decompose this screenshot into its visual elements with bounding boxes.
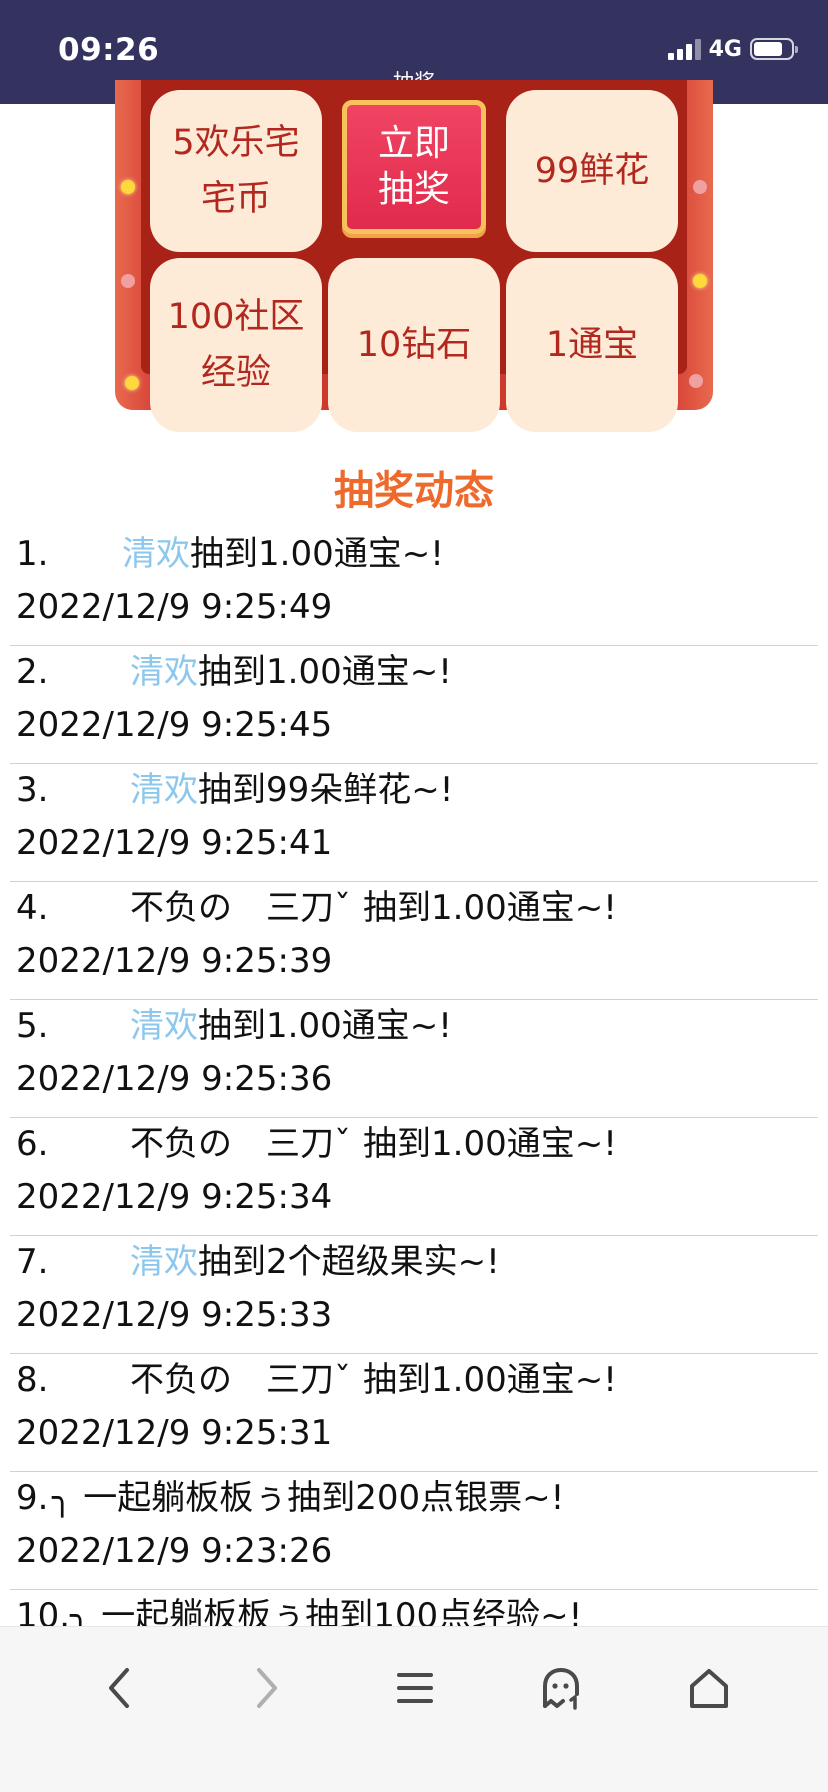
record-action: 抽到1.00通宝~! <box>363 1124 617 1164</box>
ghost-icon <box>543 1667 579 1710</box>
record-action: 抽到100点经验~! <box>305 1596 583 1626</box>
draw-button[interactable]: 立即抽奖 <box>342 100 486 234</box>
record-list[interactable]: 1. 清欢抽到1.00通宝~! 2022/12/9 9:25:49 2. 清欢抽到1… <box>10 528 818 1626</box>
record-time: 2022/12/9 9:25:49 <box>16 587 333 627</box>
record-user: 清欢 <box>130 1006 198 1046</box>
board-light <box>125 376 139 390</box>
prize-label: 10钻石 <box>356 325 472 365</box>
board-light <box>689 374 703 388</box>
prize-cell: 5欢乐宅宅币 <box>150 90 322 252</box>
record-user: 不负の 三刀ˇ <box>130 1360 351 1400</box>
status-icons: 4G <box>667 36 798 62</box>
record-rank: 8. <box>16 1360 49 1400</box>
list-item: 5. 清欢抽到1.00通宝~! 2022/12/9 9:25:36 <box>10 1000 818 1118</box>
record-action: 抽到200点银票~! <box>287 1478 565 1518</box>
record-user: 清欢 <box>130 770 198 810</box>
record-time: 2022/12/9 9:25:34 <box>16 1177 333 1217</box>
record-action: 抽到1.00通宝~! <box>198 1006 452 1046</box>
record-action: 抽到1.00通宝~! <box>363 1360 617 1400</box>
board-light <box>121 180 135 194</box>
record-time: 2022/12/9 9:25:41 <box>16 823 333 863</box>
record-time: 2022/12/9 9:25:31 <box>16 1413 333 1453</box>
prize-label: 100社区经验 <box>167 297 305 393</box>
board-light <box>121 274 135 288</box>
record-user: 不负の 三刀ˇ <box>130 1124 351 1164</box>
draw-button-label: 立即抽奖 <box>377 123 450 210</box>
record-time: 2022/12/9 9:25:33 <box>16 1295 333 1335</box>
record-rank: 5. <box>16 1006 49 1046</box>
list-item: 6. 不负の 三刀ˇ 抽到1.00通宝~! 2022/12/9 9:25:34 <box>10 1118 818 1236</box>
record-rank: 2. <box>16 652 49 692</box>
dynamics-title: 抽奖动态 <box>334 468 494 514</box>
record-user: ╮ 一起躺板板ぅ <box>70 1596 306 1626</box>
home-button[interactable] <box>674 1653 744 1723</box>
forward-icon <box>257 1668 277 1708</box>
bottom-nav <box>0 1626 828 1792</box>
battery-icon <box>750 38 798 60</box>
record-user: 清欢 <box>122 534 190 574</box>
record-rank: 3. <box>16 770 49 810</box>
network-type: 4G <box>708 36 742 62</box>
record-rank: 4. <box>16 888 49 928</box>
list-item: 7. 清欢抽到2个超级果实~! 2022/12/9 9:25:33 <box>10 1236 818 1354</box>
prize-label: 1通宝 <box>545 325 639 365</box>
record-rank: 10. <box>16 1596 71 1626</box>
ghost-button[interactable] <box>526 1653 596 1723</box>
list-item: 8. 不负の 三刀ˇ 抽到1.00通宝~! 2022/12/9 9:25:31 <box>10 1354 818 1472</box>
prize-cell: 100社区经验 <box>150 258 322 432</box>
record-action: 抽到1.00通宝~! <box>198 652 452 692</box>
record-user: 清欢 <box>130 1242 198 1282</box>
list-item: 1. 清欢抽到1.00通宝~! 2022/12/9 9:25:49 <box>10 528 818 646</box>
record-action: 抽到1.00通宝~! <box>363 888 617 928</box>
list-item: 2. 清欢抽到1.00通宝~! 2022/12/9 9:25:45 <box>10 646 818 764</box>
back-button[interactable] <box>84 1653 154 1723</box>
menu-icon <box>397 1673 433 1703</box>
record-time: 2022/12/9 9:25:36 <box>16 1059 333 1099</box>
record-action: 抽到99朵鲜花~! <box>198 770 454 810</box>
prize-cell: 1通宝 <box>506 258 678 432</box>
prize-cell: 10钻石 <box>328 258 500 432</box>
prize-cell: 99鲜花 <box>506 90 678 252</box>
board-light <box>693 180 707 194</box>
record-action: 抽到2个超级果实~! <box>198 1242 500 1282</box>
record-time: 2022/12/9 9:25:45 <box>16 705 333 745</box>
record-user: 清欢 <box>130 652 198 692</box>
back-icon <box>109 1668 129 1708</box>
record-rank: 6. <box>16 1124 49 1164</box>
menu-button[interactable] <box>380 1653 450 1723</box>
record-user: ╮ 一起躺板板ぅ <box>52 1478 288 1518</box>
prize-label: 5欢乐宅宅币 <box>172 123 300 219</box>
record-action: 抽到1.00通宝~! <box>190 534 444 574</box>
record-user: 不负の 三刀ˇ <box>130 888 351 928</box>
board-light <box>693 274 707 288</box>
list-item: 4. 不负の 三刀ˇ 抽到1.00通宝~! 2022/12/9 9:25:39 <box>10 882 818 1000</box>
record-rank: 9. <box>16 1478 49 1518</box>
prize-label: 99鲜花 <box>534 151 650 191</box>
list-item: 10.╮ 一起躺板板ぅ抽到100点经验~! <box>10 1590 818 1626</box>
list-item: 3. 清欢抽到99朵鲜花~! 2022/12/9 9:25:41 <box>10 764 818 882</box>
record-time: 2022/12/9 9:23:26 <box>16 1531 333 1571</box>
signal-icon <box>667 38 701 60</box>
record-time: 2022/12/9 9:25:39 <box>16 941 333 981</box>
home-icon <box>690 1669 728 1708</box>
clock: 09:26 <box>58 32 160 68</box>
list-item: 9. ╮ 一起躺板板ぅ抽到200点银票~! 2022/12/9 9:23:26 <box>10 1472 818 1590</box>
record-rank: 1. <box>16 534 49 574</box>
record-rank: 7. <box>16 1242 49 1282</box>
forward-button[interactable] <box>232 1653 302 1723</box>
